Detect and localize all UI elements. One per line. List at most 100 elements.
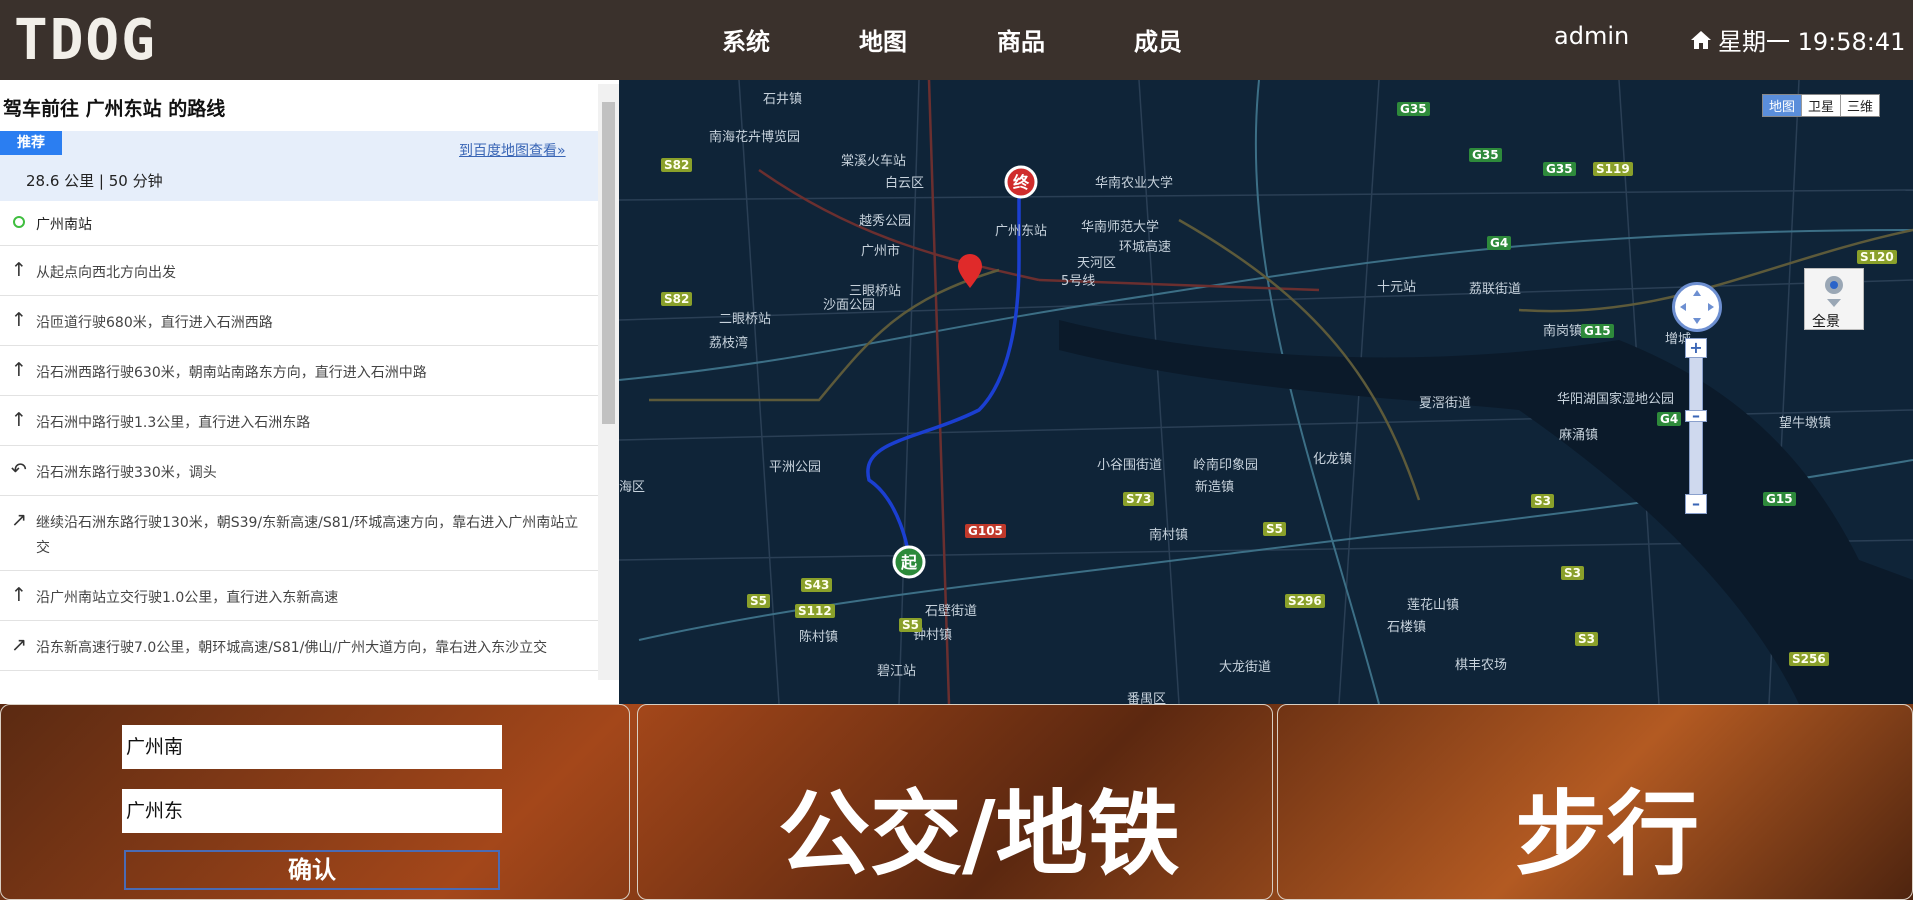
panorama-label: 全景 bbox=[1812, 314, 1840, 330]
route-step[interactable]: ↗ 继续沿石洲东路行驶130米，朝S39/东新高速/S81/环城高速方向，靠右进入… bbox=[0, 496, 598, 571]
map-label: 华阳湖国家湿地公园 bbox=[1557, 392, 1675, 407]
map-label: 麻涌镇 bbox=[1559, 428, 1599, 443]
nav-system[interactable]: 系统 bbox=[722, 22, 770, 57]
map-label: 棠溪火车站 bbox=[841, 154, 907, 169]
road-badge: S112 bbox=[795, 604, 835, 618]
map-label: 石楼镇 bbox=[1387, 620, 1427, 635]
end-marker-icon: 终 bbox=[1004, 165, 1038, 199]
bus-subway-button[interactable]: 公交/地铁 bbox=[778, 760, 1180, 893]
road-badge: G15 bbox=[1581, 324, 1614, 338]
panorama-icon bbox=[1825, 276, 1843, 307]
map-type-map[interactable]: 地图 bbox=[1763, 95, 1802, 116]
route-step[interactable]: ↑ 沿石洲中路行驶1.3公里，直行进入石洲东路 bbox=[0, 396, 598, 446]
map-label: 环城高速 bbox=[1119, 240, 1172, 255]
map-label: 石壁街道 bbox=[925, 604, 978, 619]
map-label: 化龙镇 bbox=[1313, 452, 1353, 467]
road-badge: S82 bbox=[661, 158, 693, 172]
baidu-map-link[interactable]: 到百度地图查看» bbox=[459, 140, 566, 160]
straight-arrow-icon: ↑ bbox=[11, 409, 27, 431]
map-label: 华南师范大学 bbox=[1081, 220, 1160, 235]
map-label: 平洲公园 bbox=[769, 460, 822, 475]
home-icon bbox=[1691, 30, 1711, 49]
map-type-satellite[interactable]: 卫星 bbox=[1801, 95, 1840, 116]
scrollbar-thumb[interactable] bbox=[602, 102, 615, 424]
map-label: 广州市 bbox=[861, 244, 901, 259]
map-label: 越秀公园 bbox=[859, 214, 912, 229]
map-label: 三眼桥站 bbox=[849, 284, 902, 299]
map-label: 番禺区 bbox=[1127, 692, 1167, 704]
fork-right-icon: ↗ bbox=[11, 509, 27, 531]
map-label: 南岗镇 bbox=[1543, 324, 1583, 339]
route-title: 驾车前往 广州东站 的路线 bbox=[3, 98, 226, 120]
walk-button[interactable]: 步行 bbox=[1515, 760, 1699, 893]
pan-control[interactable] bbox=[1672, 282, 1722, 332]
map-label: 新造镇 bbox=[1195, 480, 1235, 495]
road-badge: G15 bbox=[1763, 492, 1796, 506]
route-step[interactable]: ↗ 沿东新高速行驶7.0公里，朝环城高速/S81/佛山/广州大道方向，靠右进入东沙… bbox=[0, 621, 598, 671]
route-step[interactable]: ↑ 沿石洲西路行驶630米，朝南站南路东方向，直行进入石洲中路 bbox=[0, 346, 598, 396]
nav-map[interactable]: 地图 bbox=[859, 22, 907, 57]
confirm-button[interactable]: 确认 bbox=[124, 850, 500, 890]
location-pin-icon[interactable] bbox=[955, 254, 985, 290]
map-label: 岭南印象园 bbox=[1193, 458, 1259, 473]
road-badge: G4 bbox=[1487, 236, 1512, 250]
map-label: 望牛墩镇 bbox=[1779, 416, 1832, 431]
map-label: 棋丰农场 bbox=[1455, 658, 1508, 673]
zoom-level-handle[interactable]: – bbox=[1685, 408, 1707, 424]
route-panel: 驾车前往 广州东站 的路线 推荐 到百度地图查看» 28.6 公里 | 50 分… bbox=[0, 80, 619, 704]
map-view[interactable]: 石井镇 南海花卉博览园 棠溪火车站 白云区 越秀公园 广州市 沙面公园 二眼桥站… bbox=[619, 80, 1913, 704]
map-label: 荔联街道 bbox=[1469, 282, 1522, 297]
route-step[interactable]: ↑ 从起点向西北方向出发 bbox=[0, 246, 598, 296]
map-label: 莲花山镇 bbox=[1407, 598, 1460, 613]
origin-input[interactable]: 广州南 bbox=[122, 725, 502, 769]
straight-arrow-icon: ↑ bbox=[11, 309, 27, 331]
map-label: 碧江站 bbox=[877, 664, 917, 679]
route-step[interactable]: ↑ 沿广州南站立交行驶1.0公里，直行进入东新高速 bbox=[0, 571, 598, 621]
map-label: 白云区 bbox=[885, 176, 925, 191]
map-label: 天河区 bbox=[1077, 256, 1117, 271]
road-badge: S5 bbox=[747, 594, 770, 608]
current-user[interactable]: admin bbox=[1554, 22, 1629, 50]
map-label: 十元站 bbox=[1377, 280, 1417, 295]
straight-arrow-icon: ↑ bbox=[11, 259, 27, 281]
clock: 星期一 19:58:41 bbox=[1690, 22, 1905, 57]
map-label: 海区 bbox=[619, 480, 646, 495]
map-label: 南村镇 bbox=[1149, 528, 1189, 543]
route-step[interactable]: ↶ 沿石洲东路行驶330米，调头 bbox=[0, 446, 598, 496]
road-badge: S120 bbox=[1857, 250, 1897, 264]
road-badge: S296 bbox=[1285, 594, 1325, 608]
road-badge: S3 bbox=[1531, 494, 1554, 508]
map-label: 5号线 bbox=[1061, 274, 1096, 289]
pan-arrows-icon bbox=[1680, 290, 1714, 324]
clock-text: 星期一 19:58:41 bbox=[1718, 28, 1906, 56]
map-label: 华南农业大学 bbox=[1095, 176, 1174, 191]
start-label: 广州南站 bbox=[36, 217, 92, 233]
destination-input[interactable]: 广州东 bbox=[122, 789, 502, 833]
road-badge: S5 bbox=[1263, 522, 1286, 536]
zoom-out-button[interactable]: – bbox=[1685, 494, 1707, 514]
zoom-in-button[interactable]: + bbox=[1685, 338, 1707, 358]
app-logo: TDOG bbox=[14, 8, 157, 73]
recommend-tag: 推荐 bbox=[0, 131, 62, 155]
nav-goods[interactable]: 商品 bbox=[997, 22, 1045, 57]
map-label: 小谷围街道 bbox=[1097, 458, 1163, 473]
road-badge: S43 bbox=[801, 578, 833, 592]
road-badge: G35 bbox=[1397, 102, 1430, 116]
nav-members[interactable]: 成员 bbox=[1134, 22, 1182, 57]
top-header: TDOG 系统 地图 商品 成员 admin 星期一 19:58:41 bbox=[0, 0, 1913, 80]
map-label: 陈村镇 bbox=[799, 630, 839, 645]
fork-right-icon: ↗ bbox=[11, 634, 27, 656]
map-label: 广州东站 bbox=[995, 224, 1048, 239]
route-step[interactable]: ↑ 沿匝道行驶680米，直行进入石洲西路 bbox=[0, 296, 598, 346]
start-dot-icon bbox=[13, 216, 25, 228]
zoom-slider[interactable] bbox=[1689, 352, 1703, 512]
map-label: 大龙街道 bbox=[1219, 660, 1272, 675]
start-marker-icon: 起 bbox=[892, 545, 926, 579]
road-badge: S82 bbox=[661, 292, 693, 306]
straight-arrow-icon: ↑ bbox=[11, 359, 27, 381]
road-badge: S3 bbox=[1575, 632, 1598, 646]
road-badge: G105 bbox=[965, 524, 1006, 538]
map-type-3d[interactable]: 三维 bbox=[1840, 95, 1879, 116]
road-badge: G35 bbox=[1543, 162, 1576, 176]
map-label: 荔枝湾 bbox=[709, 336, 749, 351]
